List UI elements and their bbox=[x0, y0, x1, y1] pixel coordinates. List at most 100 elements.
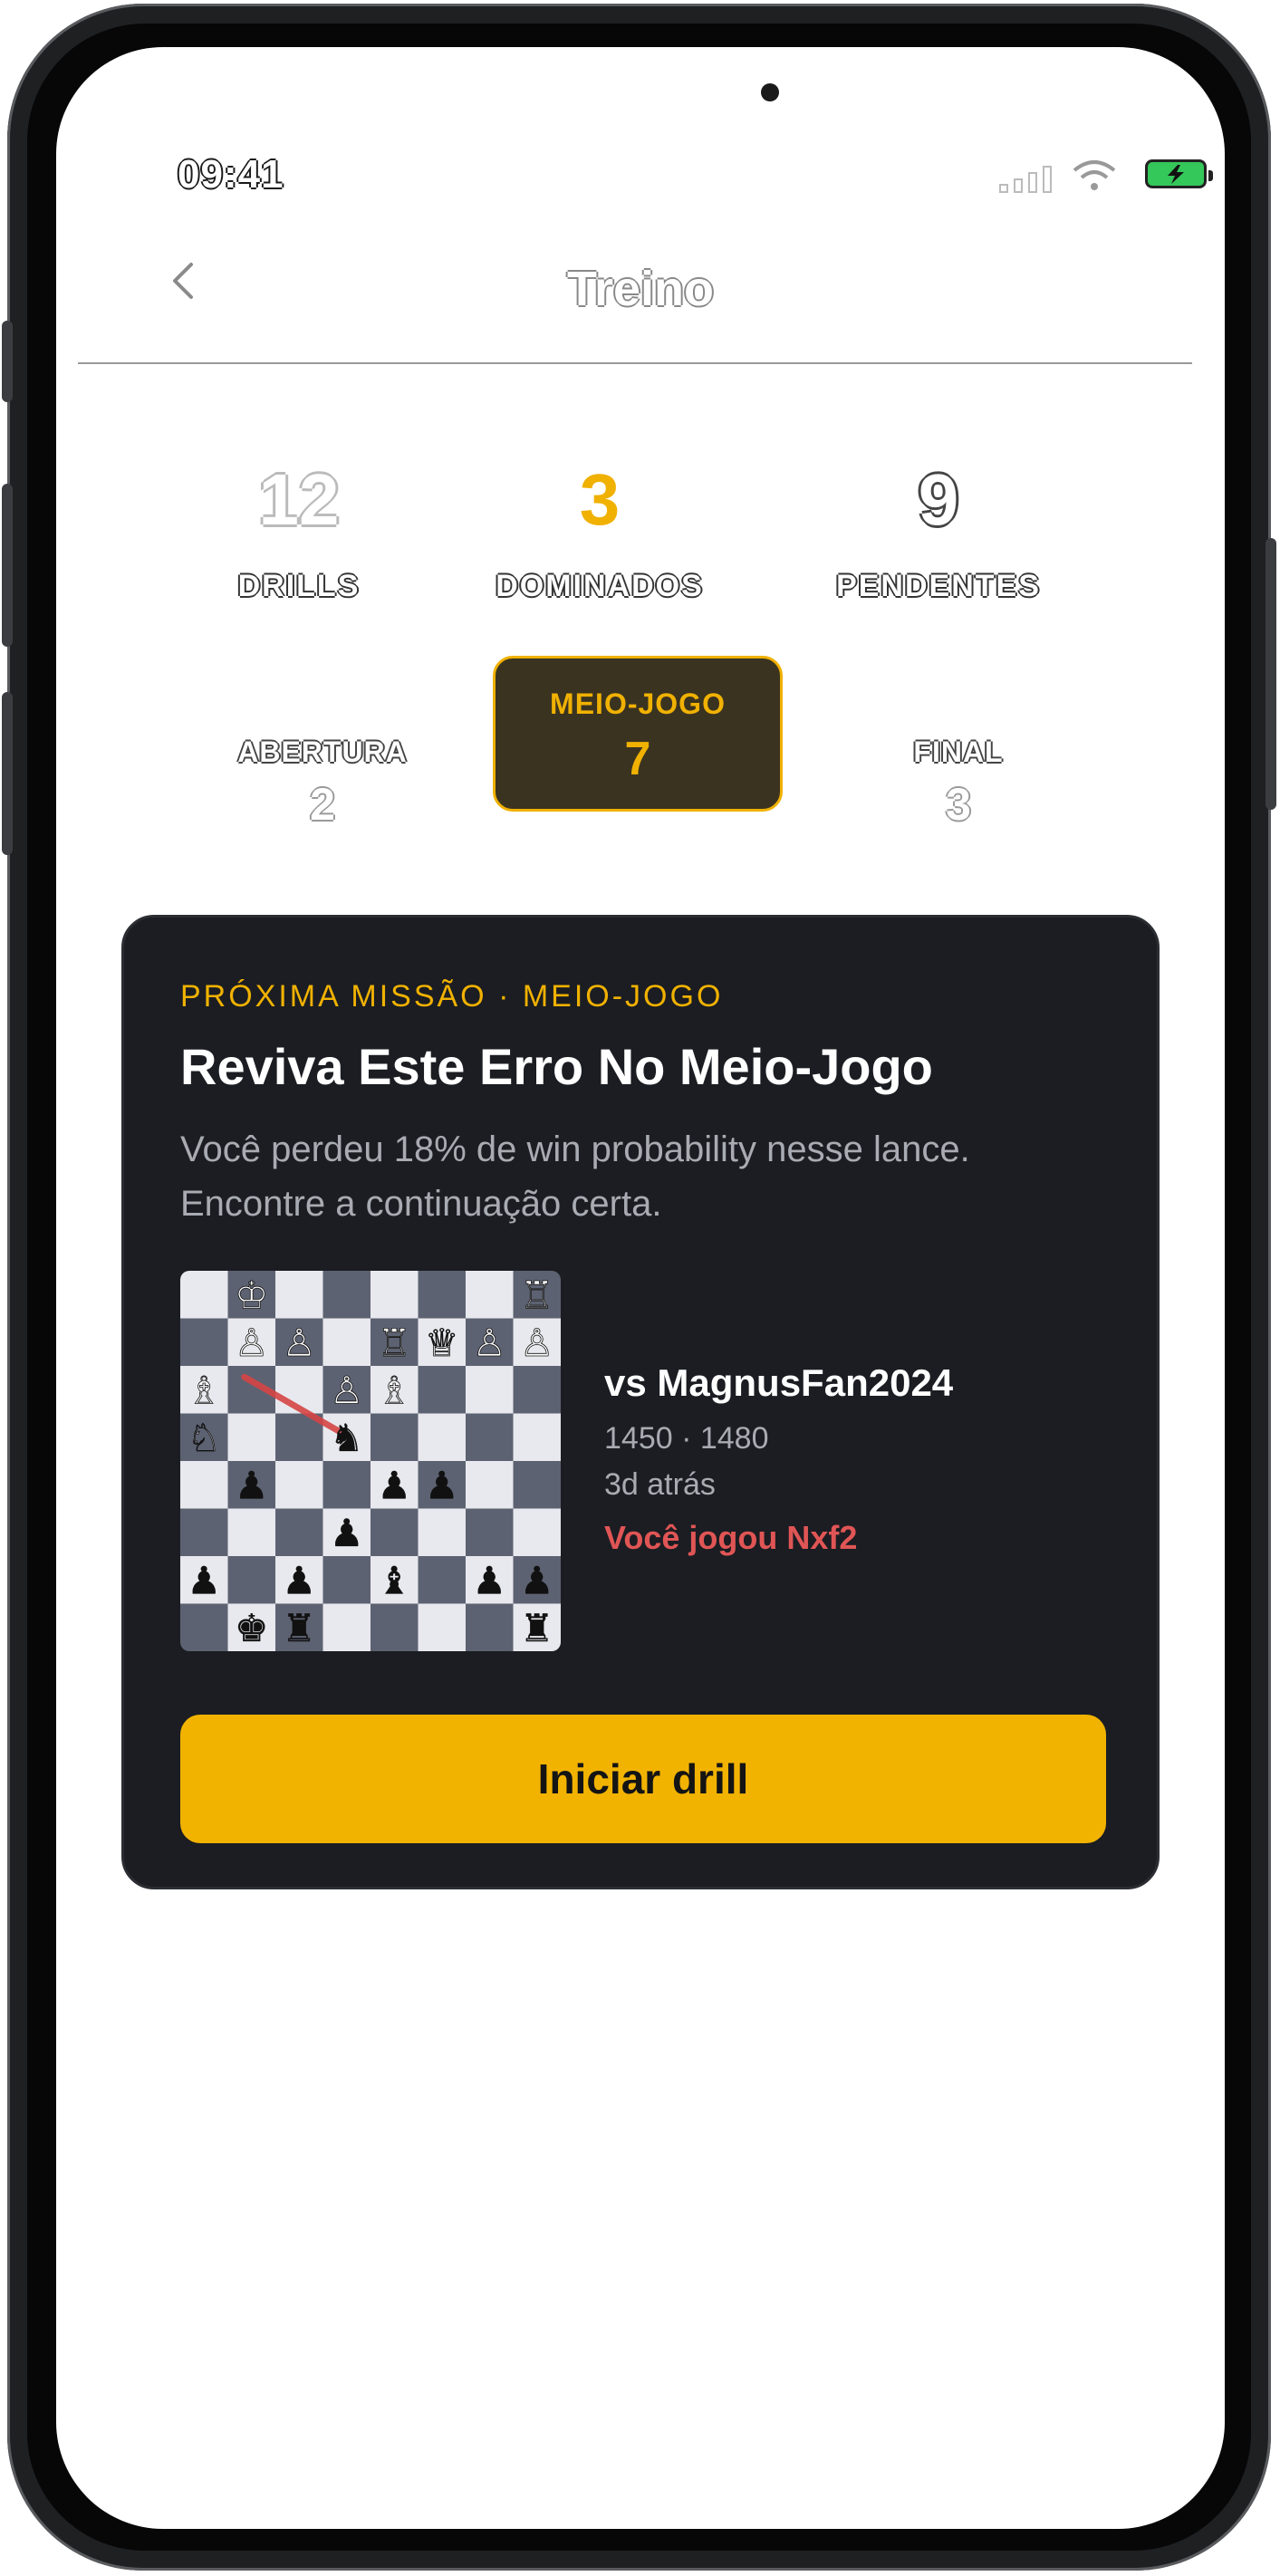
chess-piece[interactable]: ♙ bbox=[282, 1320, 316, 1365]
board-square[interactable] bbox=[466, 1461, 514, 1509]
board-square[interactable] bbox=[275, 1271, 323, 1319]
chess-piece[interactable]: ♟ bbox=[187, 1558, 221, 1602]
mute-switch bbox=[2, 321, 13, 402]
board-square[interactable] bbox=[466, 1366, 514, 1414]
board-square[interactable] bbox=[466, 1603, 514, 1652]
board-square[interactable] bbox=[513, 1366, 562, 1414]
chess-piece[interactable]: ♟ bbox=[235, 1463, 269, 1507]
tab-abertura[interactable]: ABERTURA 2 bbox=[178, 656, 467, 830]
ratings: 1450 · 1480 bbox=[604, 1421, 769, 1456]
board-square[interactable] bbox=[227, 1413, 276, 1462]
page-title: Treino bbox=[566, 262, 715, 316]
start-drill-button[interactable]: Iniciar drill bbox=[180, 1715, 1106, 1843]
stat-label: DRILLS bbox=[237, 569, 361, 603]
chess-piece[interactable]: ♟ bbox=[282, 1558, 316, 1602]
stat-value: 9 bbox=[918, 459, 959, 540]
stat-pending: 9 PENDENTES bbox=[784, 464, 1092, 604]
played-move: Você jogou Nxf2 bbox=[604, 1519, 858, 1556]
board-square[interactable] bbox=[371, 1413, 419, 1462]
chess-board[interactable]: ♔ ♖ ♙ ♙ ♖ ♕ ♙ ♙ ♗ ♙ ♗ ♘ ♞ ♟ ♟ ♟ ♟ ♟ ♟ ♝ ♟ ♟ ♚ ♜ ♜ bbox=[180, 1271, 561, 1651]
charging-icon bbox=[1168, 165, 1184, 184]
board-square[interactable] bbox=[513, 1508, 562, 1557]
board-square[interactable] bbox=[322, 1318, 371, 1367]
board-square[interactable] bbox=[180, 1461, 228, 1509]
power-button bbox=[1266, 538, 1276, 810]
tab-count: 7 bbox=[624, 733, 651, 785]
status-time: 09:41 bbox=[178, 152, 284, 197]
tab-count: 2 bbox=[310, 779, 335, 830]
tab-meio-jogo[interactable]: MEIO-JOGO 7 bbox=[493, 656, 783, 812]
chess-piece[interactable]: ♟ bbox=[472, 1558, 506, 1602]
board-square[interactable] bbox=[180, 1271, 228, 1319]
board-square[interactable] bbox=[418, 1366, 467, 1414]
chess-piece[interactable]: ♖ bbox=[520, 1273, 554, 1318]
board-square[interactable] bbox=[322, 1556, 371, 1604]
board-square[interactable] bbox=[513, 1461, 562, 1509]
board-square[interactable] bbox=[466, 1413, 514, 1462]
status-icons bbox=[998, 158, 1213, 197]
board-square[interactable] bbox=[466, 1271, 514, 1319]
chess-piece[interactable]: ♜ bbox=[282, 1606, 316, 1650]
board-square[interactable] bbox=[180, 1318, 228, 1367]
stat-mastered: 3 DOMINADOS bbox=[446, 464, 754, 604]
board-square[interactable] bbox=[275, 1508, 323, 1557]
chess-piece[interactable]: ♖ bbox=[377, 1320, 411, 1365]
chess-piece[interactable]: ♟ bbox=[520, 1558, 554, 1602]
mission-title: Reviva Este Erro No Meio-Jogo bbox=[180, 1038, 933, 1095]
chess-piece[interactable]: ♙ bbox=[330, 1368, 364, 1413]
mission-description: Você perdeu 18% de win probability nesse… bbox=[180, 1129, 970, 1224]
stat-value: 3 bbox=[579, 459, 621, 540]
chess-piece[interactable]: ♝ bbox=[377, 1558, 411, 1602]
chess-piece[interactable]: ♗ bbox=[187, 1368, 221, 1413]
battery-icon bbox=[1145, 159, 1213, 188]
chess-piece[interactable]: ♙ bbox=[520, 1320, 554, 1365]
chess-piece[interactable]: ♙ bbox=[235, 1320, 269, 1365]
game-time-ago: 3d atrás bbox=[604, 1467, 716, 1502]
signal-icon bbox=[999, 166, 1052, 193]
board-square[interactable] bbox=[418, 1271, 467, 1319]
chess-board-svg: ♔ ♖♙ ♙ ♖ ♕ ♙ ♙♗ ♙ ♗♘ ♞♟ ♟ ♟♟♟ ♟ ♝ ♟ ♟♚ ♜ ♜ bbox=[180, 1271, 561, 1651]
chess-piece[interactable]: ♟ bbox=[377, 1463, 411, 1507]
stat-drills: 12 DRILLS bbox=[145, 464, 453, 604]
volume-up-button bbox=[2, 484, 13, 647]
volume-down-button bbox=[2, 692, 13, 855]
board-square[interactable] bbox=[322, 1271, 371, 1319]
board-square[interactable] bbox=[371, 1603, 419, 1652]
board-square[interactable] bbox=[180, 1508, 228, 1557]
board-square[interactable] bbox=[371, 1271, 419, 1319]
board-square[interactable] bbox=[513, 1413, 562, 1462]
board-square[interactable] bbox=[322, 1461, 371, 1509]
board-square[interactable] bbox=[322, 1603, 371, 1652]
chess-piece[interactable]: ♚ bbox=[235, 1606, 269, 1650]
stat-value: 12 bbox=[258, 459, 340, 540]
board-square[interactable] bbox=[227, 1556, 276, 1604]
board-square[interactable] bbox=[418, 1556, 467, 1604]
chess-piece[interactable]: ♙ bbox=[472, 1320, 506, 1365]
stat-label: DOMINADOS bbox=[496, 569, 704, 603]
tab-label: ABERTURA bbox=[237, 735, 408, 768]
chess-piece[interactable]: ♔ bbox=[235, 1273, 269, 1318]
board-square[interactable] bbox=[227, 1508, 276, 1557]
chess-piece[interactable]: ♟ bbox=[425, 1463, 459, 1507]
tab-count: 3 bbox=[946, 779, 971, 830]
tab-final[interactable]: FINAL 3 bbox=[813, 656, 1103, 830]
opponent-name: vs MagnusFan2024 bbox=[604, 1361, 954, 1404]
board-square[interactable] bbox=[418, 1603, 467, 1652]
chess-piece[interactable]: ♟ bbox=[330, 1511, 364, 1555]
board-square[interactable] bbox=[418, 1508, 467, 1557]
chess-piece[interactable]: ♘ bbox=[187, 1415, 221, 1460]
board-square[interactable] bbox=[466, 1508, 514, 1557]
chess-piece[interactable]: ♜ bbox=[520, 1606, 554, 1650]
chess-piece[interactable]: ♗ bbox=[377, 1368, 411, 1413]
mission-card: PRÓXIMA MISSÃO · MEIO-JOGO Reviva Este E… bbox=[121, 915, 1160, 1889]
chess-piece[interactable]: ♕ bbox=[425, 1320, 459, 1365]
wifi-icon bbox=[1073, 160, 1116, 190]
stat-label: PENDENTES bbox=[836, 569, 1041, 603]
chess-piece[interactable]: ♞ bbox=[330, 1416, 364, 1460]
board-square[interactable] bbox=[275, 1461, 323, 1509]
front-camera bbox=[761, 83, 779, 101]
board-square[interactable] bbox=[418, 1413, 467, 1462]
nav-divider bbox=[78, 362, 1192, 364]
board-square[interactable] bbox=[371, 1508, 419, 1557]
board-square[interactable] bbox=[180, 1603, 228, 1652]
